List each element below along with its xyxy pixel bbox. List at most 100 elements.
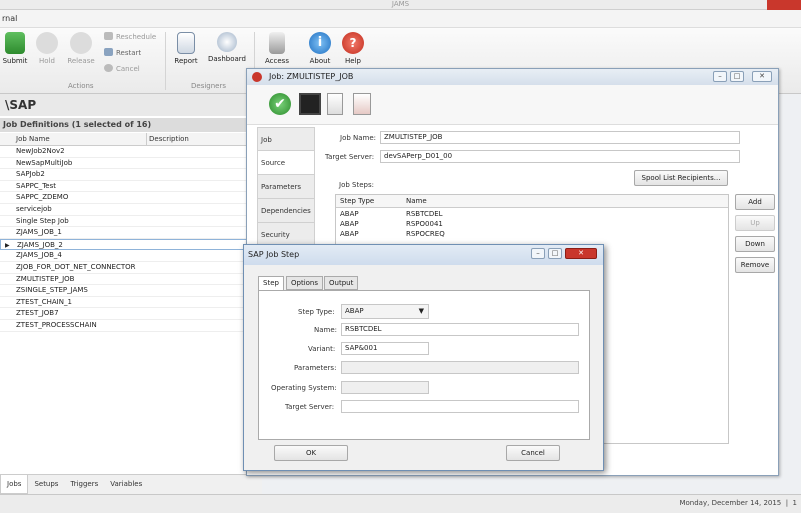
hold-icon: [36, 32, 58, 54]
dialog-title: SAP Job Step: [248, 250, 300, 259]
job-name: Single Step Job: [16, 216, 69, 225]
list-item[interactable]: ZJAMS_JOB_1: [0, 227, 262, 239]
job-name: ZJAMS_JOB_2: [17, 240, 63, 249]
tab-source[interactable]: Source: [257, 151, 315, 175]
tab-step[interactable]: Step: [258, 276, 284, 291]
dialog-title-bar: SAP Job Step – □ ✕: [244, 245, 603, 265]
job-name: ZSINGLE_STEP_JAMS: [16, 286, 88, 295]
column-name[interactable]: Name: [406, 195, 427, 207]
list-item[interactable]: NewJob2Nov2: [0, 146, 262, 158]
list-item[interactable]: SAPPC_ZDEMO: [0, 192, 262, 204]
add-step-button[interactable]: Add: [735, 194, 775, 210]
report-button[interactable]: Report: [172, 32, 200, 65]
table-row[interactable]: ABAP RSBTCDEL: [336, 208, 728, 218]
operating-system-label: Operating System:: [271, 384, 337, 392]
remove-step-button[interactable]: Remove: [735, 257, 775, 273]
list-item[interactable]: ZJAMS_JOB_4: [0, 250, 262, 262]
bottom-tabs: Jobs Setups Triggers Variables: [0, 474, 262, 494]
job-window-title-bar: Job: ZMULTISTEP_JOB – □ ✕: [247, 69, 778, 85]
column-description[interactable]: Description: [146, 133, 189, 146]
list-item[interactable]: Single Step Job: [0, 216, 262, 228]
report-icon: [177, 32, 195, 54]
info-icon: i: [309, 32, 331, 54]
dialog-maximize-button[interactable]: □: [548, 248, 562, 259]
column-job-name[interactable]: Job Name: [16, 133, 50, 146]
step-type-label: Step Type:: [298, 308, 335, 316]
move-down-button[interactable]: Down: [735, 236, 775, 252]
close-button[interactable]: ✕: [752, 71, 772, 82]
target-server-label: Target Server:: [285, 403, 335, 411]
table-row[interactable]: ABAP RSPO0041: [336, 218, 728, 228]
tab-setups[interactable]: Setups: [28, 475, 64, 493]
status-date: Monday, December 14, 2015 | 1: [679, 499, 797, 507]
dashboard-button[interactable]: Dashboard: [206, 32, 248, 63]
target-server-field[interactable]: [341, 400, 579, 413]
help-question-icon: ?: [342, 32, 364, 54]
dialog-close-button[interactable]: ✕: [565, 248, 597, 259]
operating-system-field[interactable]: [341, 381, 429, 394]
list-item[interactable]: SAPPC_Test: [0, 181, 262, 193]
restart-button[interactable]: Restart: [104, 48, 141, 57]
dialog-minimize-button[interactable]: –: [531, 248, 545, 259]
variant-field[interactable]: SAP&001: [341, 342, 429, 355]
tab-output[interactable]: Output: [324, 276, 359, 290]
job-name-field[interactable]: ZMULTISTEP_JOB: [380, 131, 740, 144]
tab-jobs[interactable]: Jobs: [0, 475, 29, 494]
table-row[interactable]: ABAP RSPOCREQ: [336, 228, 728, 238]
submit-button[interactable]: Submit: [2, 32, 28, 65]
step-panel: Step Type: ABAP ▼ Name: RSBTCDEL Variant…: [258, 290, 590, 440]
menu-journal[interactable]: rnal: [2, 14, 17, 23]
target-server-field[interactable]: devSAPerp_D01_00: [380, 150, 740, 163]
cancel-icon: [104, 64, 113, 72]
list-item[interactable]: servicejob: [0, 204, 262, 216]
import-document-icon[interactable]: [353, 93, 371, 115]
column-step-type[interactable]: Step Type: [340, 195, 374, 207]
list-item[interactable]: ZTEST_CHAIN_1: [0, 297, 262, 309]
list-item[interactable]: ZMULTISTEP_JOB: [0, 274, 262, 286]
maximize-button[interactable]: □: [730, 71, 744, 82]
minimize-button[interactable]: –: [713, 71, 727, 82]
list-item[interactable]: ▶ ZJAMS_JOB_2: [0, 238, 262, 251]
tab-options[interactable]: Options: [286, 276, 324, 290]
about-button[interactable]: i About: [306, 32, 334, 65]
tab-variables[interactable]: Variables: [104, 475, 148, 493]
tab-parameters[interactable]: Parameters: [257, 175, 315, 199]
job-name: ZTEST_CHAIN_1: [16, 297, 72, 306]
list-item[interactable]: ZTEST_JOB7: [0, 308, 262, 320]
job-steps-label: Job Steps:: [339, 181, 374, 189]
cancel-job-button[interactable]: Cancel: [104, 64, 140, 73]
list-item[interactable]: NewSapMultiJob: [0, 158, 262, 170]
list-item[interactable]: ZTEST_PROCESSCHAIN: [0, 320, 262, 332]
designers-group-label: Designers: [191, 82, 226, 90]
reschedule-button[interactable]: Reschedule: [104, 32, 156, 41]
name-field[interactable]: RSBTCDEL: [341, 323, 579, 336]
tab-triggers[interactable]: Triggers: [64, 475, 104, 493]
job-definitions-header: Job Definitions (1 selected of 16): [0, 118, 262, 132]
step-type-dropdown[interactable]: ABAP ▼: [341, 304, 429, 319]
job-name: SAPPC_Test: [16, 181, 56, 190]
check-ok-icon[interactable]: ✔: [269, 93, 291, 115]
export-document-icon[interactable]: [327, 93, 343, 115]
spool-list-recipients-button[interactable]: Spool List Recipients...: [634, 170, 728, 186]
list-item[interactable]: SAPJob2: [0, 169, 262, 181]
tab-dependencies[interactable]: Dependencies: [257, 199, 315, 223]
ok-button[interactable]: OK: [274, 445, 348, 461]
cancel-button[interactable]: Cancel: [506, 445, 560, 461]
access-button[interactable]: Access: [262, 32, 292, 65]
reschedule-icon: [104, 32, 113, 40]
job-name: ZJAMS_JOB_4: [16, 251, 62, 260]
parameters-field[interactable]: [341, 361, 579, 374]
tab-job[interactable]: Job: [257, 127, 315, 151]
job-name: NewJob2Nov2: [16, 147, 65, 155]
list-item[interactable]: ZSINGLE_STEP_JAMS: [0, 285, 262, 297]
list-item[interactable]: ZJOB_FOR_DOT_NET_CONNECTOR: [0, 262, 262, 274]
job-name: ZJOB_FOR_DOT_NET_CONNECTOR: [16, 262, 136, 271]
help-button[interactable]: ? Help: [340, 32, 366, 65]
hold-button[interactable]: Hold: [34, 32, 60, 65]
close-window-button[interactable]: [767, 0, 801, 10]
move-up-button[interactable]: Up: [735, 215, 775, 231]
release-button[interactable]: Release: [66, 32, 96, 65]
save-icon[interactable]: [299, 93, 321, 115]
folder-path: \SAP: [0, 94, 262, 116]
job-steps-header: Step Type Name: [336, 195, 728, 208]
